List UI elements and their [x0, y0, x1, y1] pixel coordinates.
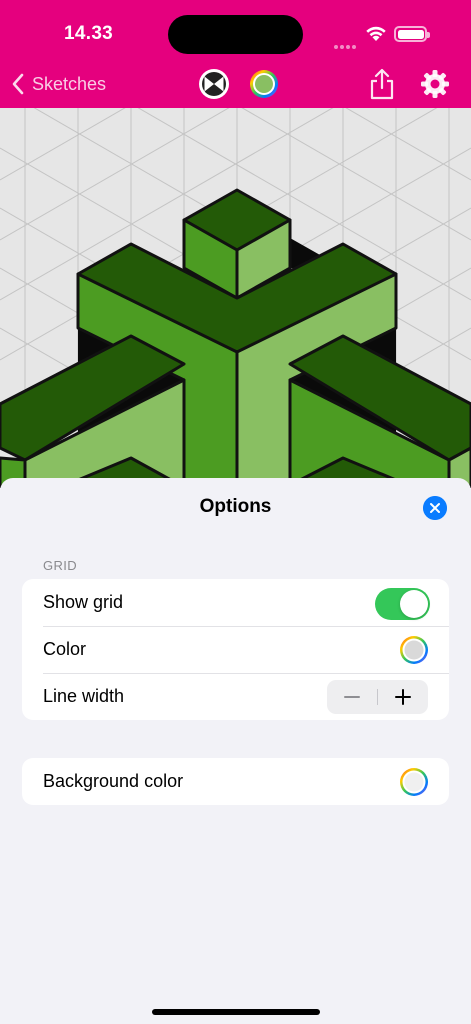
- background-color-well[interactable]: [399, 767, 429, 797]
- minus-icon[interactable]: [327, 680, 377, 714]
- battery-icon: [394, 26, 430, 42]
- sheet-title: Options: [199, 496, 272, 517]
- status-time: 14.33: [64, 23, 114, 44]
- show-grid-row: Show grid: [22, 579, 449, 626]
- background-color-row: Background color: [22, 758, 449, 805]
- app-header: 14.33 Sketches: [0, 0, 471, 108]
- grid-settings-group: Show grid Color Line width: [22, 579, 449, 720]
- color-picker-icon[interactable]: [248, 68, 280, 100]
- sketch-canvas[interactable]: [0, 108, 471, 488]
- close-button[interactable]: [423, 496, 447, 520]
- home-indicator[interactable]: [152, 1009, 320, 1015]
- cellular-icon: [334, 36, 358, 49]
- line-width-stepper: [327, 680, 428, 714]
- line-width-label: Line width: [43, 686, 125, 706]
- grid-color-well[interactable]: [399, 635, 429, 665]
- background-settings-group: Background color: [22, 758, 449, 805]
- show-grid-toggle[interactable]: [375, 588, 430, 620]
- wifi-icon: [366, 26, 386, 41]
- options-sheet: Options GRID Show grid Color Line width …: [0, 478, 471, 1024]
- symmetry-tool-icon[interactable]: [198, 68, 230, 100]
- show-grid-label: Show grid: [43, 592, 124, 612]
- plus-icon[interactable]: [378, 680, 428, 714]
- background-color-label: Background color: [43, 771, 184, 791]
- grid-color-row: Color: [22, 626, 449, 673]
- chevron-left-icon: [12, 73, 24, 95]
- share-icon[interactable]: [368, 68, 396, 100]
- dynamic-island: [168, 15, 303, 54]
- gear-icon[interactable]: [420, 69, 450, 99]
- grid-section-header: GRID: [43, 558, 78, 573]
- line-width-row: Line width: [22, 673, 449, 720]
- back-label: Sketches: [32, 73, 107, 94]
- grid-color-label: Color: [43, 639, 87, 659]
- isometric-drawing: [0, 108, 471, 488]
- back-button[interactable]: Sketches: [12, 70, 106, 98]
